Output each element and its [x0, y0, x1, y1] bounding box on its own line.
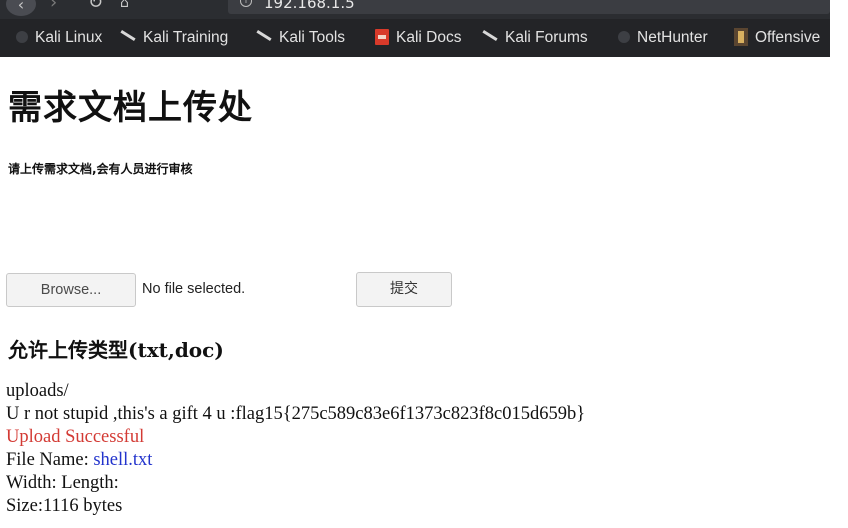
- upload-result: uploads/ U r not stupid ,this's a gift 4…: [6, 380, 585, 518]
- browser-toolbar: ‹ › ↻ ⌂ i 192.168.1.5: [0, 0, 830, 19]
- bookmark-offensive[interactable]: Offensive: [734, 19, 820, 57]
- bookmark-nethunter[interactable]: NetHunter: [618, 19, 708, 57]
- dimensions-row: Width: Length:: [6, 473, 119, 493]
- back-arrow-icon: ‹: [17, 0, 25, 14]
- reload-button[interactable]: ↻: [88, 0, 103, 14]
- bookmark-label: NetHunter: [637, 29, 708, 46]
- bookmark-kali-training[interactable]: Kali Training: [120, 19, 228, 57]
- gift-message: U r not stupid ,this's a gift 4 u :flag1…: [6, 404, 586, 424]
- bookmark-label: Kali Training: [143, 29, 229, 46]
- kali-forums-icon: [482, 30, 498, 42]
- nethunter-icon: [618, 30, 630, 43]
- offensive-security-icon: [734, 27, 748, 46]
- forward-button[interactable]: ›: [50, 0, 57, 14]
- bookmark-kali-docs[interactable]: Kali Docs: [375, 19, 461, 57]
- address-bar[interactable]: i 192.168.1.5: [228, 0, 830, 14]
- reload-icon: ↻: [88, 0, 104, 13]
- file-name-row: File Name: shell.txt: [6, 449, 585, 472]
- upload-status: Upload Successful: [6, 427, 145, 447]
- upload-dir: uploads/: [6, 381, 69, 401]
- kali-docs-icon: [375, 28, 389, 45]
- page-subtitle: 请上传需求文档,会有人员进行审核: [8, 162, 193, 176]
- bookmark-label: Kali Tools: [279, 29, 346, 46]
- browse-button[interactable]: Browse...: [6, 273, 136, 307]
- forward-arrow-icon: ›: [50, 0, 58, 13]
- site-info-icon[interactable]: i: [240, 0, 252, 7]
- bookmark-label: Kali Docs: [396, 29, 462, 46]
- bookmark-kali-tools[interactable]: Kali Tools: [256, 19, 345, 57]
- bookmarks-toolbar: Kali Linux Kali Training Kali Tools Kali…: [0, 19, 830, 57]
- home-icon: ⌂: [120, 0, 129, 11]
- bookmark-label: Offensive: [755, 29, 821, 46]
- bookmark-kali-forums[interactable]: Kali Forums: [482, 19, 588, 57]
- file-status-text: No file selected.: [142, 281, 246, 297]
- address-text: 192.168.1.5: [264, 0, 355, 12]
- submit-button[interactable]: 提交: [356, 272, 452, 307]
- kali-dragon-icon: [16, 30, 28, 43]
- kali-tools-icon: [256, 30, 272, 42]
- bookmark-label: Kali Forums: [505, 29, 588, 46]
- file-name-link[interactable]: shell.txt: [93, 450, 152, 470]
- kali-training-icon: [120, 30, 136, 42]
- home-button[interactable]: ⌂: [120, 0, 129, 14]
- bookmark-kali-linux[interactable]: Kali Linux: [16, 19, 102, 57]
- allowed-types-heading: 允许上传类型(txt,doc): [8, 338, 224, 362]
- page-title: 需求文档上传处: [8, 88, 253, 128]
- file-name-label: File Name:: [6, 450, 94, 470]
- back-button[interactable]: ‹: [6, 0, 36, 16]
- bookmark-label: Kali Linux: [35, 29, 103, 46]
- size-row: Size:1116 bytes: [6, 496, 123, 516]
